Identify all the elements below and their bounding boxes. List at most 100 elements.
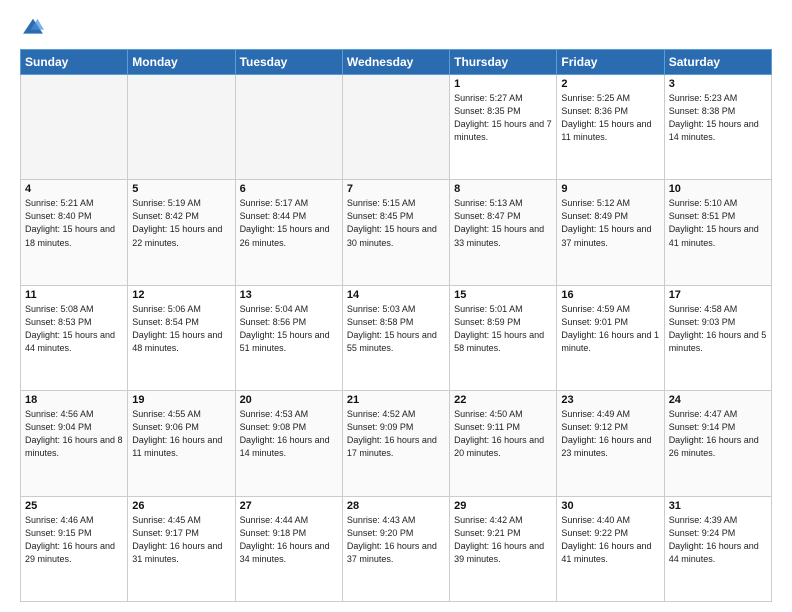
calendar-cell: 29 Sunrise: 4:42 AMSunset: 9:21 PMDayligh… bbox=[450, 496, 557, 601]
calendar-header-tuesday: Tuesday bbox=[235, 50, 342, 75]
day-info: Sunrise: 5:23 AMSunset: 8:38 PMDaylight:… bbox=[669, 92, 767, 144]
day-info: Sunrise: 5:03 AMSunset: 8:58 PMDaylight:… bbox=[347, 303, 445, 355]
day-info: Sunrise: 4:52 AMSunset: 9:09 PMDaylight:… bbox=[347, 408, 445, 460]
day-info: Sunrise: 4:50 AMSunset: 9:11 PMDaylight:… bbox=[454, 408, 552, 460]
day-info: Sunrise: 5:15 AMSunset: 8:45 PMDaylight:… bbox=[347, 197, 445, 249]
calendar-week-5: 25 Sunrise: 4:46 AMSunset: 9:15 PMDayligh… bbox=[21, 496, 772, 601]
calendar-cell: 19Sunrise: 4:55 AMSunset: 9:06 PMDayligh… bbox=[128, 391, 235, 496]
calendar-header-friday: Friday bbox=[557, 50, 664, 75]
calendar-cell: 26 Sunrise: 4:45 AMSunset: 9:17 PMDayligh… bbox=[128, 496, 235, 601]
day-info: Sunrise: 5:17 AMSunset: 8:44 PMDaylight:… bbox=[240, 197, 338, 249]
calendar-cell bbox=[235, 75, 342, 180]
calendar-cell bbox=[21, 75, 128, 180]
day-info: Sunrise: 5:10 AMSunset: 8:51 PMDaylight:… bbox=[669, 197, 767, 249]
day-number: 14 bbox=[347, 289, 445, 301]
day-number: 4 bbox=[25, 183, 123, 195]
calendar-cell: 5 Sunrise: 5:19 AMSunset: 8:42 PMDaylight… bbox=[128, 180, 235, 285]
logo-icon bbox=[22, 16, 44, 38]
day-info: Sunrise: 4:43 AMSunset: 9:20 PMDaylight:… bbox=[347, 514, 445, 566]
calendar-cell: 28 Sunrise: 4:43 AMSunset: 9:20 PMDayligh… bbox=[342, 496, 449, 601]
calendar-cell: 14 Sunrise: 5:03 AMSunset: 8:58 PMDayligh… bbox=[342, 285, 449, 390]
calendar-cell: 9Sunrise: 5:12 AMSunset: 8:49 PMDaylight… bbox=[557, 180, 664, 285]
day-info: Sunrise: 4:49 AMSunset: 9:12 PMDaylight:… bbox=[561, 408, 659, 460]
calendar-cell: 3 Sunrise: 5:23 AMSunset: 8:38 PMDaylight… bbox=[664, 75, 771, 180]
day-info: Sunrise: 4:58 AMSunset: 9:03 PMDaylight:… bbox=[669, 303, 767, 355]
day-info: Sunrise: 5:04 AMSunset: 8:56 PMDaylight:… bbox=[240, 303, 338, 355]
calendar-table: SundayMondayTuesdayWednesdayThursdayFrid… bbox=[20, 49, 772, 602]
day-number: 16 bbox=[561, 289, 659, 301]
calendar-cell bbox=[342, 75, 449, 180]
day-info: Sunrise: 5:21 AMSunset: 8:40 PMDaylight:… bbox=[25, 197, 123, 249]
day-info: Sunrise: 4:46 AMSunset: 9:15 PMDaylight:… bbox=[25, 514, 123, 566]
day-info: Sunrise: 5:01 AMSunset: 8:59 PMDaylight:… bbox=[454, 303, 552, 355]
day-number: 23 bbox=[561, 394, 659, 406]
calendar-cell: 16Sunrise: 4:59 AMSunset: 9:01 PMDayligh… bbox=[557, 285, 664, 390]
day-number: 12 bbox=[132, 289, 230, 301]
day-number: 1 bbox=[454, 78, 552, 90]
calendar-cell: 27 Sunrise: 4:44 AMSunset: 9:18 PMDayligh… bbox=[235, 496, 342, 601]
calendar-week-1: 1 Sunrise: 5:27 AMSunset: 8:35 PMDaylight… bbox=[21, 75, 772, 180]
day-number: 18 bbox=[25, 394, 123, 406]
day-info: Sunrise: 5:25 AMSunset: 8:36 PMDaylight:… bbox=[561, 92, 659, 144]
day-info: Sunrise: 4:47 AMSunset: 9:14 PMDaylight:… bbox=[669, 408, 767, 460]
calendar-cell: 2 Sunrise: 5:25 AMSunset: 8:36 PMDaylight… bbox=[557, 75, 664, 180]
calendar-cell: 23 Sunrise: 4:49 AMSunset: 9:12 PMDayligh… bbox=[557, 391, 664, 496]
day-info: Sunrise: 4:53 AMSunset: 9:08 PMDaylight:… bbox=[240, 408, 338, 460]
calendar-cell: 22 Sunrise: 4:50 AMSunset: 9:11 PMDayligh… bbox=[450, 391, 557, 496]
calendar-cell: 4 Sunrise: 5:21 AMSunset: 8:40 PMDaylight… bbox=[21, 180, 128, 285]
day-info: Sunrise: 5:08 AMSunset: 8:53 PMDaylight:… bbox=[25, 303, 123, 355]
day-info: Sunrise: 5:19 AMSunset: 8:42 PMDaylight:… bbox=[132, 197, 230, 249]
day-info: Sunrise: 4:39 AMSunset: 9:24 PMDaylight:… bbox=[669, 514, 767, 566]
calendar-cell: 15Sunrise: 5:01 AMSunset: 8:59 PMDayligh… bbox=[450, 285, 557, 390]
day-number: 30 bbox=[561, 500, 659, 512]
calendar-week-3: 11 Sunrise: 5:08 AMSunset: 8:53 PMDayligh… bbox=[21, 285, 772, 390]
calendar-cell: 12Sunrise: 5:06 AMSunset: 8:54 PMDayligh… bbox=[128, 285, 235, 390]
calendar-cell: 25 Sunrise: 4:46 AMSunset: 9:15 PMDayligh… bbox=[21, 496, 128, 601]
day-number: 8 bbox=[454, 183, 552, 195]
day-number: 29 bbox=[454, 500, 552, 512]
day-info: Sunrise: 4:42 AMSunset: 9:21 PMDaylight:… bbox=[454, 514, 552, 566]
calendar-week-4: 18 Sunrise: 4:56 AMSunset: 9:04 PMDayligh… bbox=[21, 391, 772, 496]
calendar-cell bbox=[128, 75, 235, 180]
day-number: 11 bbox=[25, 289, 123, 301]
day-number: 6 bbox=[240, 183, 338, 195]
day-number: 17 bbox=[669, 289, 767, 301]
day-info: Sunrise: 5:13 AMSunset: 8:47 PMDaylight:… bbox=[454, 197, 552, 249]
day-number: 9 bbox=[561, 183, 659, 195]
calendar-header-thursday: Thursday bbox=[450, 50, 557, 75]
day-number: 24 bbox=[669, 394, 767, 406]
calendar-cell: 31 Sunrise: 4:39 AMSunset: 9:24 PMDayligh… bbox=[664, 496, 771, 601]
logo bbox=[20, 16, 46, 43]
day-info: Sunrise: 4:56 AMSunset: 9:04 PMDaylight:… bbox=[25, 408, 123, 460]
day-number: 5 bbox=[132, 183, 230, 195]
calendar-cell: 11 Sunrise: 5:08 AMSunset: 8:53 PMDayligh… bbox=[21, 285, 128, 390]
day-number: 25 bbox=[25, 500, 123, 512]
calendar-week-2: 4 Sunrise: 5:21 AMSunset: 8:40 PMDaylight… bbox=[21, 180, 772, 285]
day-number: 22 bbox=[454, 394, 552, 406]
calendar-cell: 10Sunrise: 5:10 AMSunset: 8:51 PMDayligh… bbox=[664, 180, 771, 285]
day-number: 13 bbox=[240, 289, 338, 301]
day-info: Sunrise: 4:45 AMSunset: 9:17 PMDaylight:… bbox=[132, 514, 230, 566]
calendar-header-row: SundayMondayTuesdayWednesdayThursdayFrid… bbox=[21, 50, 772, 75]
day-number: 20 bbox=[240, 394, 338, 406]
day-number: 2 bbox=[561, 78, 659, 90]
header bbox=[20, 16, 772, 43]
day-number: 27 bbox=[240, 500, 338, 512]
calendar-cell: 21Sunrise: 4:52 AMSunset: 9:09 PMDayligh… bbox=[342, 391, 449, 496]
calendar-cell: 8 Sunrise: 5:13 AMSunset: 8:47 PMDaylight… bbox=[450, 180, 557, 285]
calendar-header-saturday: Saturday bbox=[664, 50, 771, 75]
calendar-cell: 13 Sunrise: 5:04 AMSunset: 8:56 PMDayligh… bbox=[235, 285, 342, 390]
calendar-cell: 24 Sunrise: 4:47 AMSunset: 9:14 PMDayligh… bbox=[664, 391, 771, 496]
day-number: 19 bbox=[132, 394, 230, 406]
calendar-cell: 7Sunrise: 5:15 AMSunset: 8:45 PMDaylight… bbox=[342, 180, 449, 285]
day-number: 3 bbox=[669, 78, 767, 90]
day-info: Sunrise: 4:44 AMSunset: 9:18 PMDaylight:… bbox=[240, 514, 338, 566]
day-number: 26 bbox=[132, 500, 230, 512]
calendar-cell: 18 Sunrise: 4:56 AMSunset: 9:04 PMDayligh… bbox=[21, 391, 128, 496]
day-number: 31 bbox=[669, 500, 767, 512]
day-number: 28 bbox=[347, 500, 445, 512]
page: SundayMondayTuesdayWednesdayThursdayFrid… bbox=[0, 0, 792, 612]
calendar-header-wednesday: Wednesday bbox=[342, 50, 449, 75]
calendar-cell: 30Sunrise: 4:40 AMSunset: 9:22 PMDayligh… bbox=[557, 496, 664, 601]
day-info: Sunrise: 5:27 AMSunset: 8:35 PMDaylight:… bbox=[454, 92, 552, 144]
